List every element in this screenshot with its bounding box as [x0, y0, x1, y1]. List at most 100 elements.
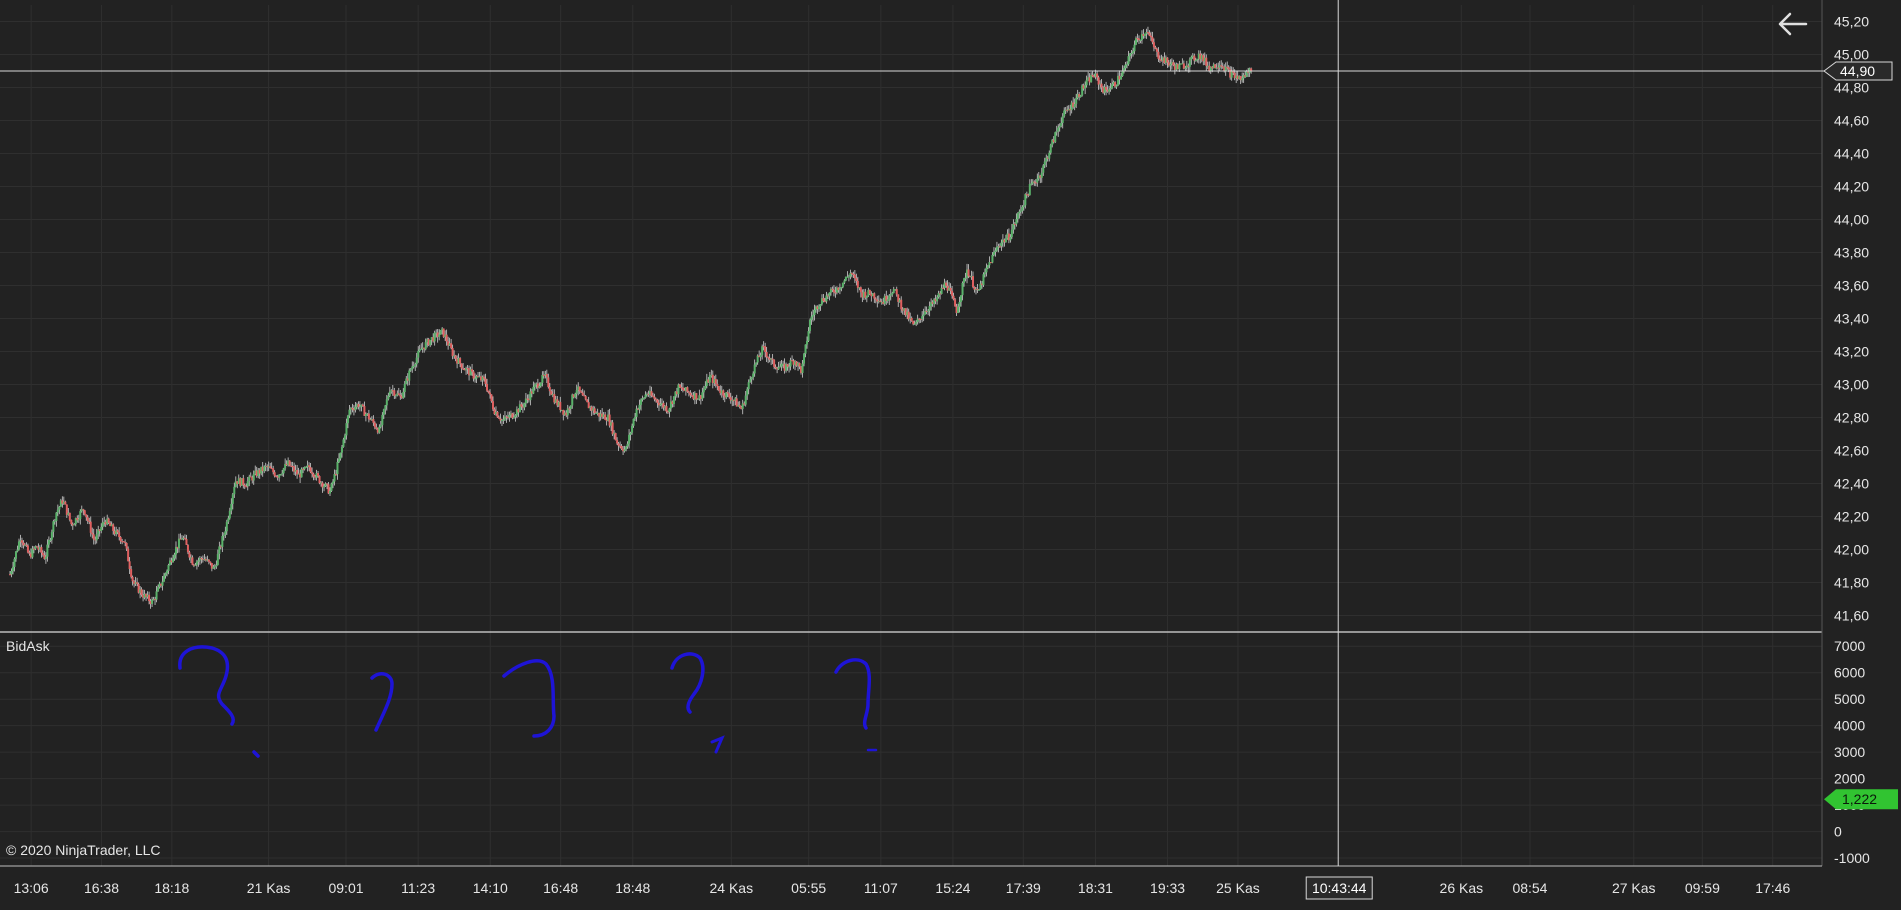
- candle-down: [611, 422, 614, 435]
- candle-up: [1063, 110, 1066, 117]
- candle-down: [580, 391, 583, 393]
- candle-down: [850, 272, 853, 274]
- candle-down: [273, 472, 276, 477]
- candle-up: [197, 560, 200, 562]
- time-tick-label: 25 Kas: [1216, 880, 1260, 896]
- candle-down: [581, 392, 584, 396]
- candle-down: [547, 377, 550, 388]
- candle-down: [1096, 73, 1099, 78]
- crosshair-time-label: 10:43:44: [1312, 880, 1367, 896]
- candle-up: [696, 398, 699, 400]
- candle-up: [1075, 97, 1078, 104]
- price-candles: [9, 26, 1253, 609]
- candle-up: [164, 573, 167, 576]
- candle-down: [942, 287, 945, 289]
- candle-down: [288, 460, 291, 466]
- time-tick-label: 15:24: [935, 880, 970, 896]
- candle-down: [1105, 86, 1108, 90]
- candle-down: [489, 392, 492, 395]
- candle-down: [900, 299, 903, 310]
- candle-up: [14, 551, 17, 559]
- candle-down: [716, 383, 719, 387]
- candle-down: [372, 419, 375, 423]
- candle-up: [755, 362, 758, 365]
- candle-up: [1054, 132, 1057, 143]
- candle-down: [484, 378, 487, 384]
- candle-up: [1043, 161, 1046, 166]
- candle-up: [1121, 70, 1124, 77]
- candle-up: [340, 446, 343, 453]
- candle-up: [414, 364, 417, 367]
- candle-down: [656, 399, 659, 403]
- candle-down: [738, 404, 741, 407]
- candle-up: [227, 518, 230, 522]
- candle-up: [746, 389, 749, 396]
- chart-canvas[interactable]: 41,60 41,80 42,00 42,20 42,40 42,60 42,80 43,00…: [0, 0, 1901, 905]
- time-tick-label: 17:46: [1755, 880, 1790, 896]
- candle-up: [788, 366, 791, 368]
- candle-up: [279, 474, 282, 476]
- candle-up: [378, 426, 381, 433]
- candle-up: [744, 395, 747, 405]
- candle-up: [888, 295, 891, 300]
- candle-up: [1194, 60, 1197, 62]
- candle-up: [777, 367, 780, 370]
- candle-up: [46, 544, 49, 557]
- candle-up: [17, 541, 20, 550]
- price-tick-label: 43,40: [1834, 311, 1869, 327]
- question-mark-4: [670, 652, 705, 714]
- candle-down: [951, 290, 954, 296]
- candle-up: [985, 267, 988, 273]
- candle-up: [173, 554, 176, 559]
- candle-up: [928, 306, 931, 311]
- candle-up: [843, 280, 846, 283]
- candle-down: [653, 396, 656, 400]
- candle-up: [964, 277, 967, 279]
- candle-up: [342, 439, 345, 447]
- candle-up: [171, 558, 174, 563]
- candle-down: [207, 559, 210, 562]
- candle-up: [225, 521, 228, 532]
- candle-up: [804, 344, 807, 354]
- candle-up: [1123, 68, 1126, 71]
- question-mark-1: [178, 645, 235, 726]
- candle-up: [73, 524, 76, 526]
- candle-up: [161, 581, 164, 586]
- candle-down: [971, 276, 974, 288]
- candle-down: [127, 548, 130, 562]
- candle-down: [397, 393, 400, 395]
- candle-down: [496, 411, 499, 418]
- candle-down: [1193, 55, 1196, 61]
- time-tick-label: 09:59: [1685, 880, 1720, 896]
- candle-down: [822, 298, 825, 302]
- candle-up: [747, 382, 750, 390]
- candle-up: [847, 276, 850, 278]
- back-button[interactable]: [1772, 6, 1812, 42]
- candle-up: [809, 319, 812, 332]
- handwritten-question-marks: [178, 645, 878, 758]
- candle-up: [806, 340, 809, 345]
- candle-down: [1166, 57, 1169, 63]
- time-tick-label: 13:06: [14, 880, 49, 896]
- candle-down: [472, 371, 475, 379]
- candle-up: [1190, 56, 1193, 60]
- candle-up: [1055, 131, 1058, 133]
- price-tick-label: 44,60: [1834, 113, 1869, 129]
- price-tick-label: 42,00: [1834, 542, 1869, 558]
- time-tick-label: 11:23: [401, 880, 435, 896]
- candle-down: [879, 300, 882, 303]
- candle-down: [1149, 35, 1152, 38]
- candle-down: [874, 298, 877, 300]
- candle-down: [620, 445, 623, 449]
- candle-down: [136, 582, 139, 584]
- candle-down: [119, 537, 122, 542]
- candle-up: [58, 506, 61, 510]
- candle-up: [957, 306, 960, 313]
- candle-down: [399, 394, 402, 397]
- chart-window[interactable]: 41,60 41,80 42,00 42,20 42,40 42,60 42,80 43,00…: [0, 0, 1901, 905]
- time-tick-label: 24 Kas: [709, 880, 753, 896]
- candle-up: [672, 396, 675, 405]
- candle-up: [216, 553, 219, 566]
- candle-down: [1155, 48, 1158, 52]
- candle-down: [689, 392, 692, 396]
